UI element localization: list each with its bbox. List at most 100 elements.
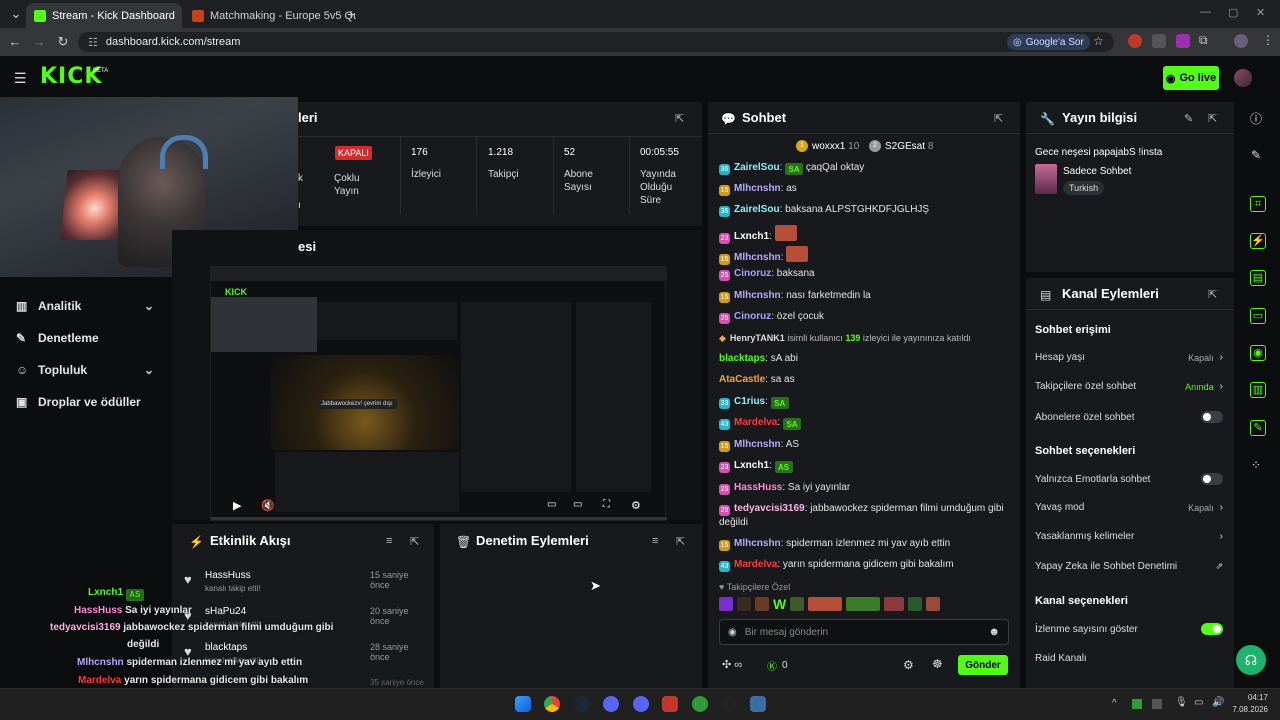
chat-username[interactable]: Mlhcnshn	[734, 252, 781, 263]
chat-username[interactable]: AtaCastle	[719, 374, 765, 385]
chat-username[interactable]: Mardelva	[734, 559, 777, 570]
tab-list-icon[interactable]: ⌄	[4, 6, 28, 22]
chat-username[interactable]: blacktaps	[719, 353, 765, 364]
chat-username[interactable]: ZairelSou	[734, 204, 780, 215]
profile-icon[interactable]	[1234, 34, 1248, 48]
windows-start-icon[interactable]	[515, 696, 531, 712]
chat-bubble-icon[interactable]: ▭	[1250, 308, 1266, 324]
ai-moderation-setting[interactable]: Yapay Zeka ile Sohbet Denetimi ⇗	[1035, 561, 1223, 572]
category-thumbnail[interactable]	[1035, 164, 1057, 194]
obs-taskbar-icon[interactable]	[721, 696, 737, 712]
broadcast-icon[interactable]: ◉	[1250, 345, 1266, 361]
bookmark-star-icon[interactable]: ☆	[1093, 34, 1104, 48]
emote[interactable]	[755, 597, 769, 611]
emote[interactable]	[908, 597, 923, 611]
clock-date[interactable]: 7.08.2026	[1226, 705, 1268, 714]
browser-tab-stream[interactable]: Stream - Kick Dashboard ✕	[26, 3, 182, 28]
discord-taskbar-icon[interactable]	[633, 696, 649, 712]
lightning-icon[interactable]: ⚡	[1250, 233, 1266, 249]
emote-menu-icon[interactable]: ☸	[932, 657, 943, 671]
discord-taskbar-icon[interactable]	[603, 696, 619, 712]
info-icon[interactable]: ⓘ	[1250, 110, 1262, 127]
chat-username[interactable]: C1rius	[734, 396, 765, 407]
address-bar[interactable]: ☷ dashboard.kick.com/stream	[78, 32, 1114, 52]
slow-mode-setting[interactable]: Yavaş mod Kapalı ›	[1035, 502, 1223, 513]
emoji-picker-icon[interactable]: ☻	[988, 626, 1000, 638]
chat-username[interactable]: Mlhcnshn	[734, 290, 781, 301]
extension-icon[interactable]	[1128, 34, 1142, 48]
forward-icon[interactable]: →	[27, 34, 51, 49]
channel-points[interactable]: Ⓚ 0	[767, 658, 788, 673]
top-gifter[interactable]: 1 woxxx1 10	[796, 140, 859, 152]
play-icon[interactable]: ▶	[233, 499, 241, 512]
go-live-button[interactable]: ◉ Go live	[1163, 66, 1219, 90]
tray-app-icon[interactable]	[1132, 699, 1142, 709]
edit-pencil-icon[interactable]: ✎	[1251, 148, 1261, 162]
minimize-icon[interactable]: —	[1200, 6, 1211, 18]
chrome-menu-icon[interactable]: ⋮	[1262, 33, 1274, 47]
video-progress-track[interactable]	[211, 517, 667, 520]
extension-icon[interactable]	[1176, 34, 1190, 48]
google-lens-button[interactable]: ◎ Google'a Sor	[1007, 34, 1090, 50]
chat-username[interactable]: Cinoruz	[734, 311, 771, 322]
chat-username[interactable]: ZairelSou	[734, 162, 780, 173]
send-button[interactable]: Gönder	[958, 655, 1008, 675]
close-window-icon[interactable]: ✕	[1256, 6, 1265, 19]
extensions-puzzle-icon[interactable]: ⧉	[1199, 33, 1208, 48]
channel-actions-icon[interactable]: ▥	[1250, 382, 1266, 398]
chat-username[interactable]: Lxnch1	[734, 231, 769, 242]
chat-username[interactable]: HassHuss	[734, 482, 782, 493]
chat-username[interactable]: Cinoruz	[734, 268, 771, 279]
popout-icon[interactable]: ⇱	[1208, 112, 1217, 125]
fullscreen-icon[interactable]: ⛶	[603, 499, 610, 510]
chat-username[interactable]: Mlhcnshn	[734, 538, 781, 549]
microphone-icon[interactable]: 🎙	[1175, 697, 1188, 708]
tray-app-icon[interactable]	[1152, 699, 1162, 709]
popout-icon[interactable]: ⇱	[994, 112, 1003, 125]
popout-icon[interactable]: ⇱	[675, 112, 684, 125]
emote[interactable]	[737, 597, 751, 611]
xbox-taskbar-icon[interactable]	[692, 696, 708, 712]
clock-time[interactable]: 04:17	[1236, 693, 1268, 702]
raid-channel-setting[interactable]: Raid Kanalı	[1035, 653, 1223, 664]
support-headset-icon[interactable]: ☊	[1236, 645, 1266, 675]
stream-preview-video[interactable]: KICK Jabbawockezv! çevrim dışı ▶ 🔇 ▭ ▭ ⛶…	[210, 266, 667, 521]
steam-taskbar-icon[interactable]	[574, 696, 590, 712]
site-info-icon[interactable]: ☷	[88, 36, 98, 49]
chatter-count-icon[interactable]: ✣ ∞	[722, 658, 742, 671]
maximize-icon[interactable]: ▢	[1228, 6, 1238, 19]
back-icon[interactable]: ←	[3, 34, 27, 49]
popout-icon[interactable]: ⇱	[1208, 288, 1217, 301]
subscribers-only-toggle[interactable]	[1201, 411, 1223, 423]
chat-username[interactable]: Mardelva	[734, 417, 777, 428]
popout-icon[interactable]: ⇱	[676, 535, 685, 548]
volume-icon[interactable]: 🔊	[1212, 697, 1224, 708]
extension-icon[interactable]	[1152, 34, 1166, 48]
emote[interactable]	[926, 597, 941, 611]
mute-icon[interactable]: 🔇	[261, 499, 275, 512]
vanguard-taskbar-icon[interactable]	[662, 696, 678, 712]
emote-only-toggle[interactable]	[1201, 473, 1223, 485]
sidebar-item-topluluk[interactable]: ☺ Topluluk ⌄	[16, 363, 154, 377]
account-age-setting[interactable]: Hesap yaşı Kapalı ›	[1035, 352, 1223, 363]
browser-tab-matchmaking[interactable]: Matchmaking - Europe 5v5 Que ✕	[184, 3, 356, 28]
emote[interactable]: W	[773, 597, 786, 613]
chrome-taskbar-icon[interactable]	[544, 696, 560, 712]
emote[interactable]	[808, 597, 843, 611]
emote[interactable]	[846, 597, 881, 611]
chat-username[interactable]: tedyavcisi3169	[734, 503, 805, 514]
new-tab-button[interactable]: +	[347, 6, 355, 22]
hamburger-menu-icon[interactable]: ☰	[14, 70, 27, 87]
top-gifter[interactable]: 2 S2GEsat 8	[869, 140, 933, 152]
wrench-icon[interactable]: ✎	[1250, 420, 1266, 436]
sidebar-item-droplar[interactable]: ▣ Droplar ve ödüller	[16, 395, 141, 409]
popout-icon[interactable]: ⇱	[410, 535, 419, 548]
emote[interactable]	[719, 597, 733, 611]
document-icon[interactable]: ▤	[1250, 270, 1266, 286]
pip-icon[interactable]: ▭	[547, 499, 556, 510]
sidebar-item-denetleme[interactable]: ✎ Denetleme	[16, 331, 99, 345]
chat-username[interactable]: Mlhcnshn	[734, 183, 781, 194]
network-icon[interactable]: ▭	[1194, 697, 1203, 708]
user-avatar[interactable]	[1234, 69, 1252, 87]
tray-chevron-icon[interactable]: ^	[1112, 698, 1117, 709]
